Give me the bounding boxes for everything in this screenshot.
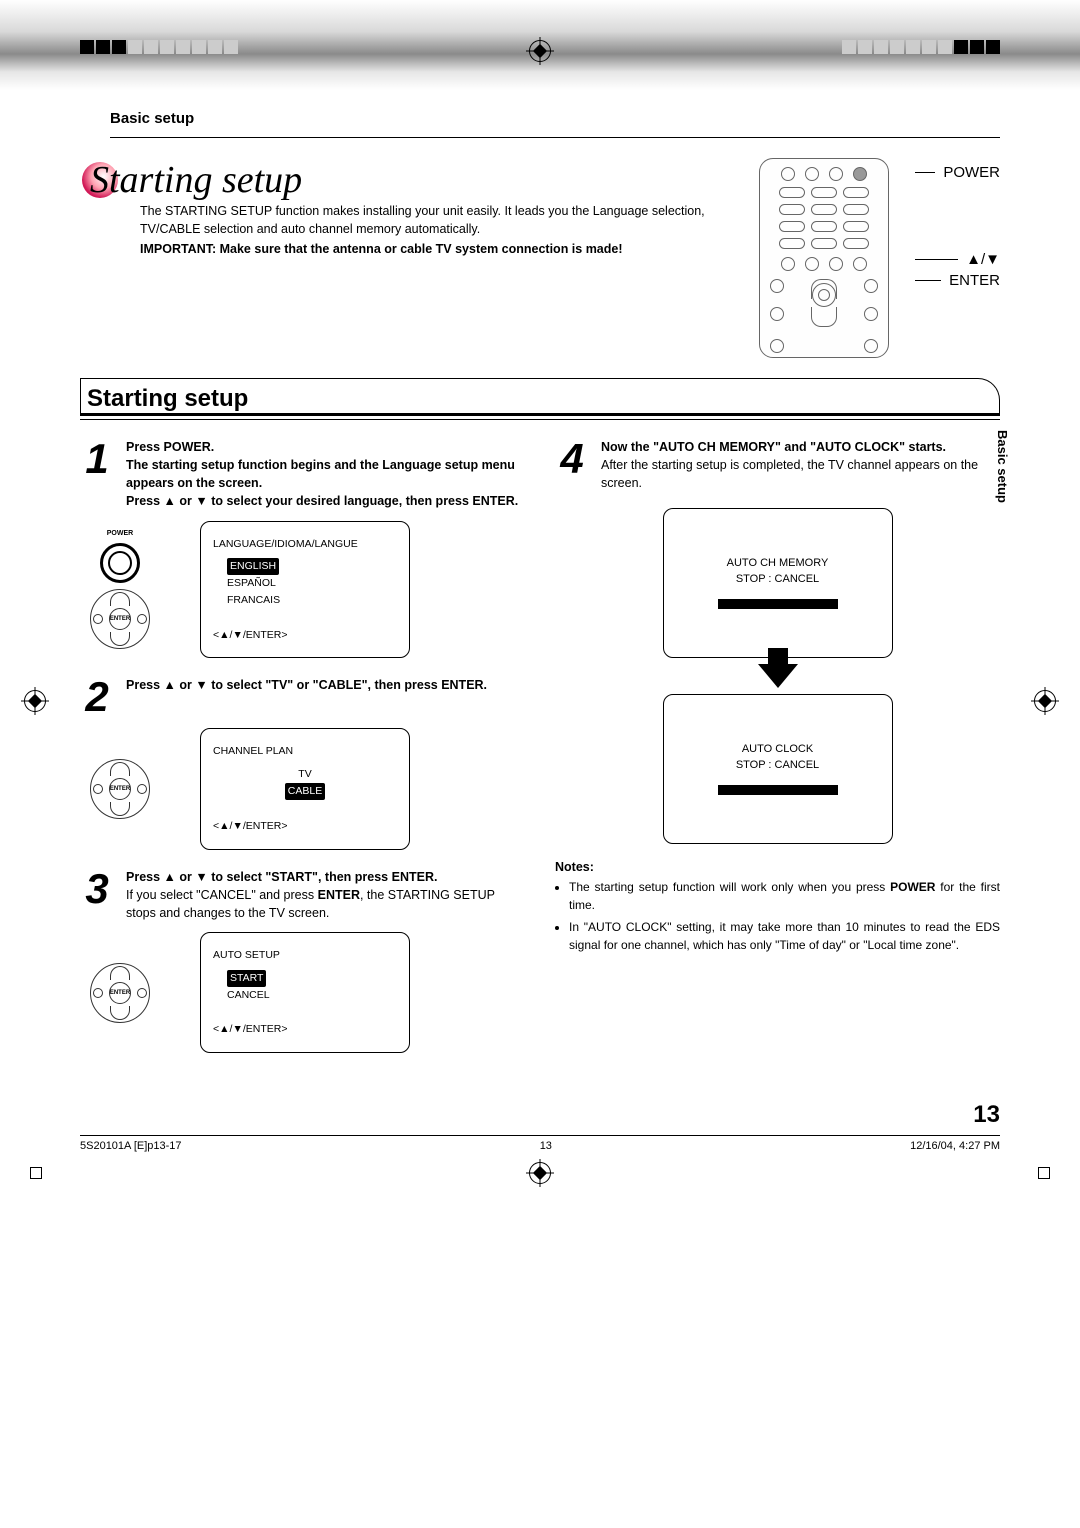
divider: [110, 137, 1000, 138]
dpad-diagram: ENTER: [80, 963, 160, 1023]
power-icon: [100, 543, 140, 583]
print-footer: 5S20101A [E]p13-17 13 12/16/04, 4:27 PM: [80, 1140, 1000, 1152]
page-title: Starting setup: [90, 158, 720, 202]
section-heading: Starting setup: [87, 385, 987, 413]
tv-auto-clock-screen: AUTO CLOCK STOP : CANCEL: [663, 694, 893, 844]
notes-list: The starting setup function will work on…: [555, 878, 1000, 954]
side-tab: Basic setup: [995, 430, 1010, 503]
osd-language-screen: LANGUAGE/IDIOMA/LANGUE ENGLISH ESPAÑOL F…: [200, 521, 410, 659]
tv-auto-ch-memory-screen: AUTO CH MEMORY STOP : CANCEL: [663, 508, 893, 658]
step-1: 1 Press POWER. The starting setup functi…: [80, 438, 525, 511]
osd-auto-setup-screen: AUTO SETUP START CANCEL <▲/▼/ENTER>: [200, 932, 410, 1053]
step-number: 3: [80, 868, 114, 922]
page-number: 13: [80, 1101, 1000, 1129]
step-3: 3 Press ▲ or ▼ to select "START", then p…: [80, 868, 525, 922]
step-number: 1: [80, 438, 114, 511]
divider: [80, 1135, 1000, 1136]
registration-crosshair-icon: [529, 40, 551, 62]
callout-power: POWER: [943, 164, 1000, 181]
step-number: 2: [80, 676, 114, 718]
print-top-gradient: [0, 0, 1080, 90]
registration-crosshair-icon: [24, 690, 46, 712]
power-button-diagram: POWER ENTER: [80, 530, 160, 649]
dpad-icon: ENTER: [90, 589, 150, 649]
notes-heading: Notes:: [555, 860, 1000, 874]
chapter-header: Basic setup: [110, 110, 1000, 127]
dpad-diagram: ENTER: [80, 759, 160, 819]
step-4: 4 Now the "AUTO CH MEMORY" and "AUTO CLO…: [555, 438, 1000, 492]
step-2: 2 Press ▲ or ▼ to select "TV" or "CABLE"…: [80, 676, 525, 718]
intro-paragraph: The STARTING SETUP function makes instal…: [140, 202, 720, 258]
callout-updown: ▲/▼: [966, 251, 1000, 268]
dpad-icon: ENTER: [90, 759, 150, 819]
remote-control-diagram: [759, 158, 889, 358]
registration-marks-bottom: [80, 1158, 1000, 1188]
step-number: 4: [555, 438, 589, 492]
registration-crosshair-icon: [1034, 690, 1056, 712]
down-arrow-icon: [758, 664, 798, 688]
osd-channel-plan-screen: CHANNEL PLAN TV CABLE <▲/▼/ENTER>: [200, 728, 410, 849]
dpad-icon: ENTER: [90, 963, 150, 1023]
callout-enter: ENTER: [949, 272, 1000, 289]
